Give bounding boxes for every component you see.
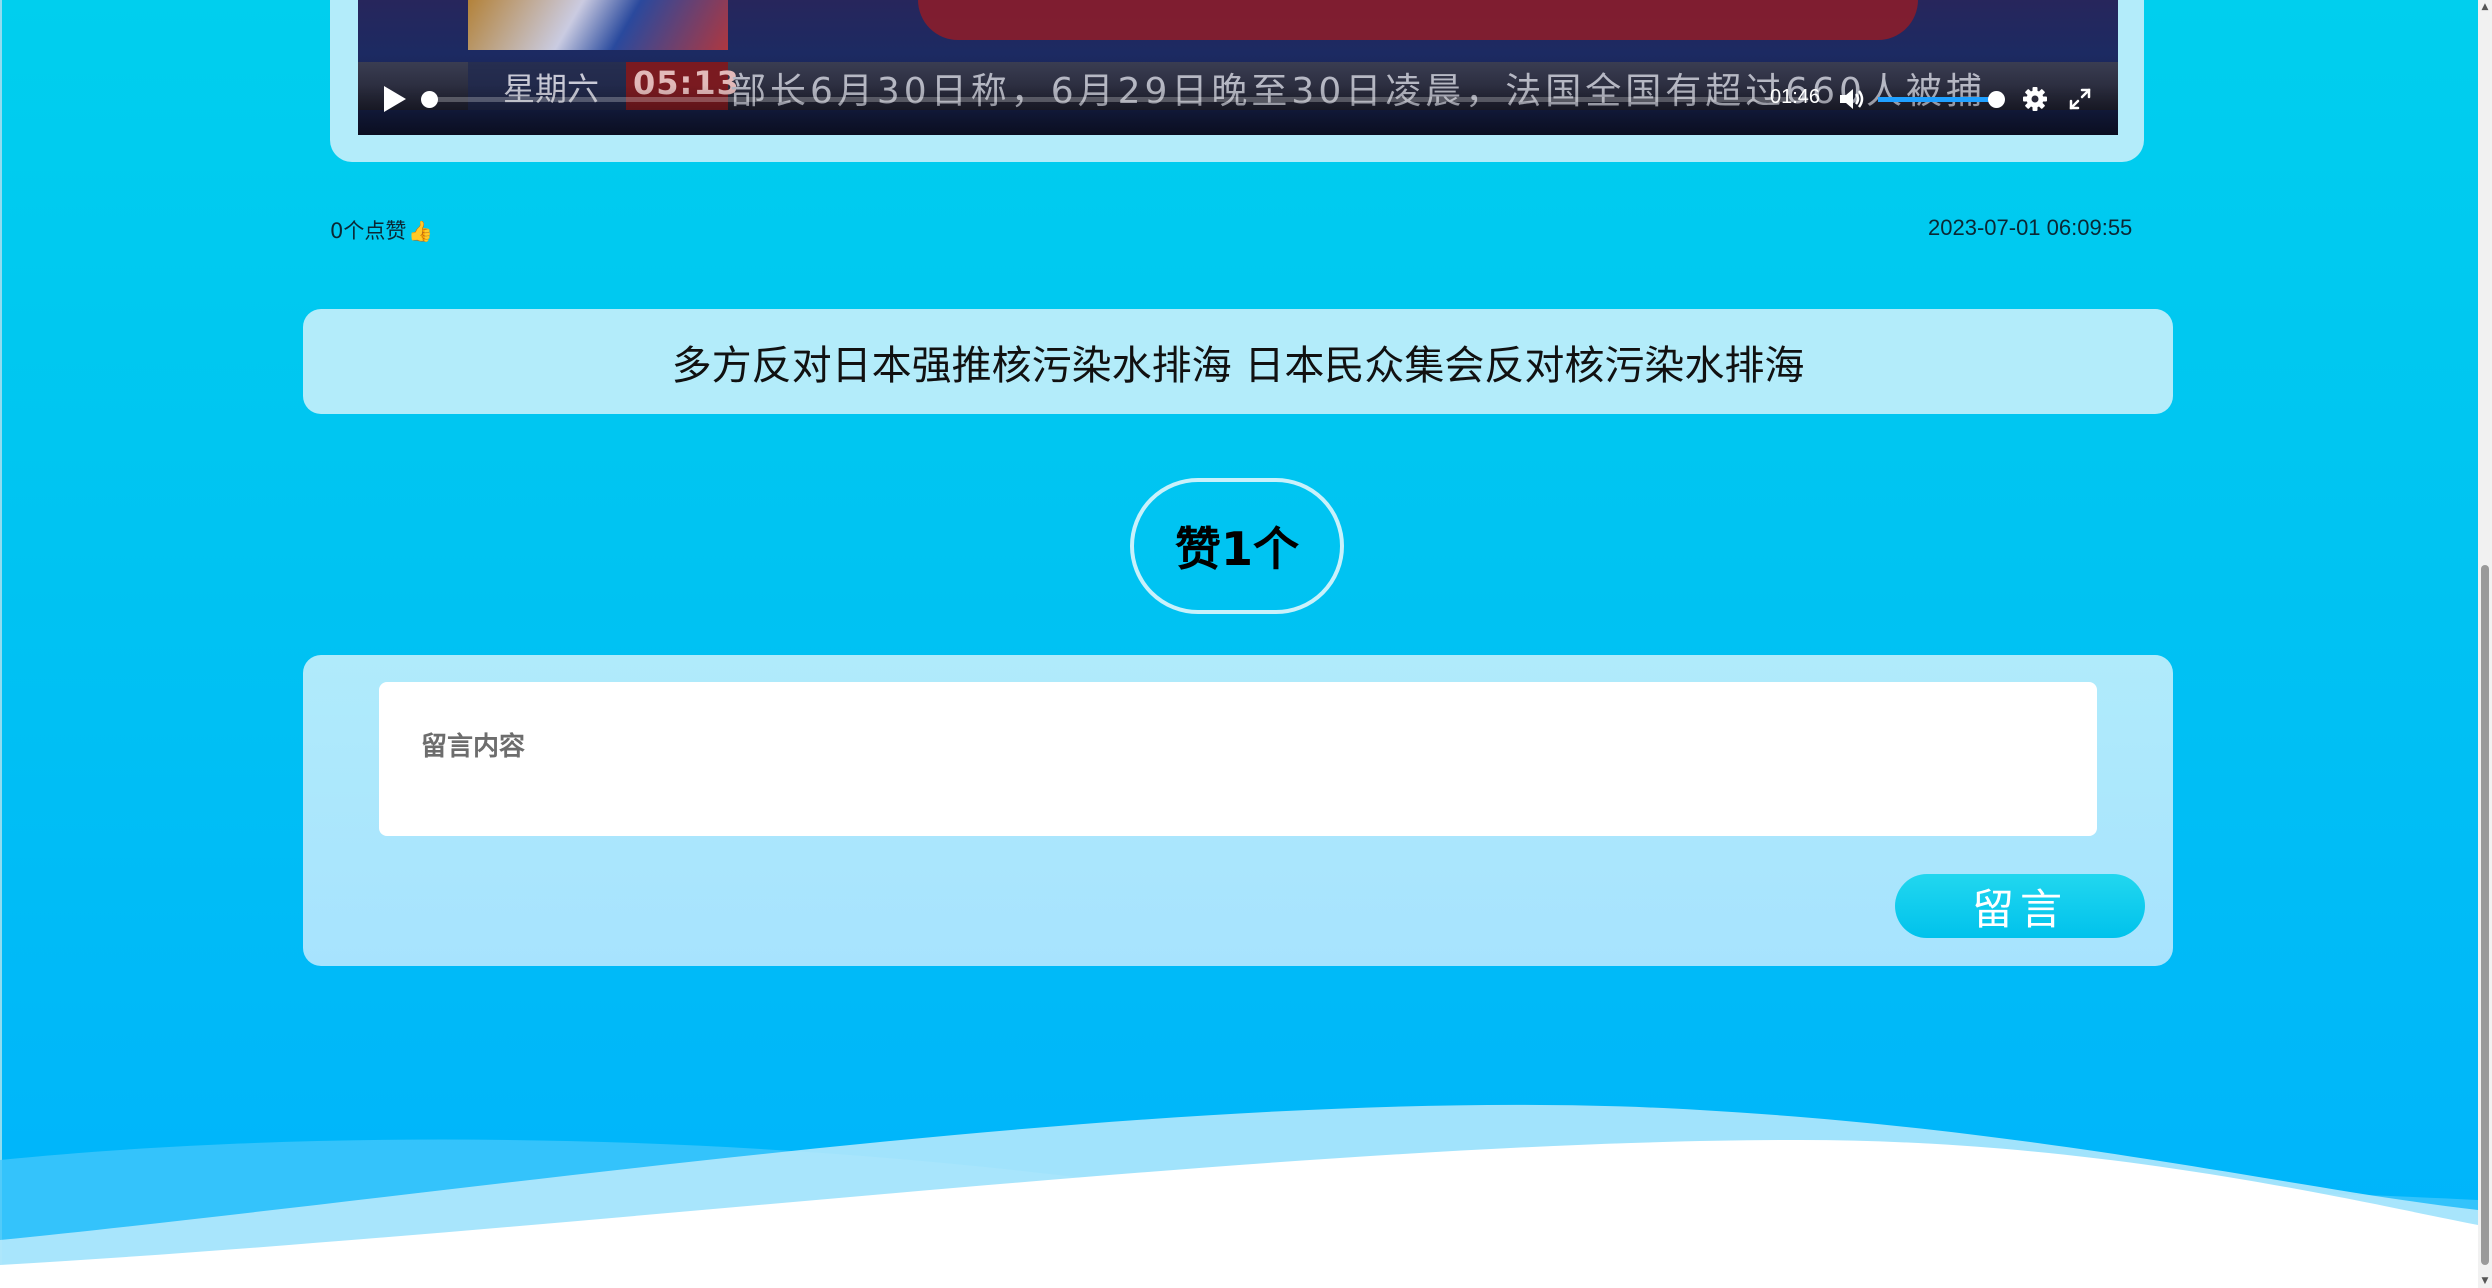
video-progress-handle[interactable]	[421, 91, 438, 108]
likes-count-label: 0个点赞	[330, 219, 407, 243]
play-icon[interactable]	[384, 86, 406, 112]
submit-comment-label: 留言	[1971, 884, 2068, 934]
scroll-down-arrow-icon[interactable]: ▼	[2478, 1274, 2492, 1288]
video-scene-figure	[918, 0, 1918, 40]
post-timestamp: 2023-07-01 06:09:55	[1928, 215, 2133, 240]
volume-icon[interactable]	[1836, 84, 1866, 114]
volume-slider-handle[interactable]	[1988, 91, 2005, 108]
volume-slider-fill	[1878, 97, 1996, 102]
scrollbar-thumb[interactable]	[2481, 565, 2489, 1265]
page-scrollbar[interactable]: ▲ ▼	[2478, 0, 2492, 1288]
like-button[interactable]: 赞1个	[1130, 478, 1344, 614]
article-title-card: 多方反对日本强推核污染水排海 日本民众集会反对核污染水排海	[303, 309, 2173, 414]
video-progress-bar[interactable]	[428, 97, 1808, 102]
submit-comment-button[interactable]: 留言	[1895, 874, 2145, 938]
video-scene-logo	[468, 0, 728, 50]
comment-input[interactable]	[379, 682, 2097, 836]
video-time-readout: 01:46	[1770, 86, 1821, 108]
video-player[interactable]: 星期六 05:13 部长6月30日称，6月29日晚至30日凌晨，法国全国有超过6…	[358, 0, 2118, 135]
like-button-label: 赞1个	[1174, 522, 1299, 576]
scroll-up-arrow-icon[interactable]: ▲	[2478, 0, 2492, 14]
decorative-waves	[0, 1104, 2478, 1288]
article-title: 多方反对日本强推核污染水排海 日本民众集会反对核污染水排海	[671, 342, 1805, 389]
gear-icon[interactable]	[2020, 84, 2050, 114]
fullscreen-icon[interactable]	[2065, 84, 2095, 114]
thumbs-up-icon: 👍	[408, 219, 434, 243]
comment-form: 留言	[303, 655, 2173, 966]
likes-count: 0个点赞 👍	[330, 215, 433, 245]
